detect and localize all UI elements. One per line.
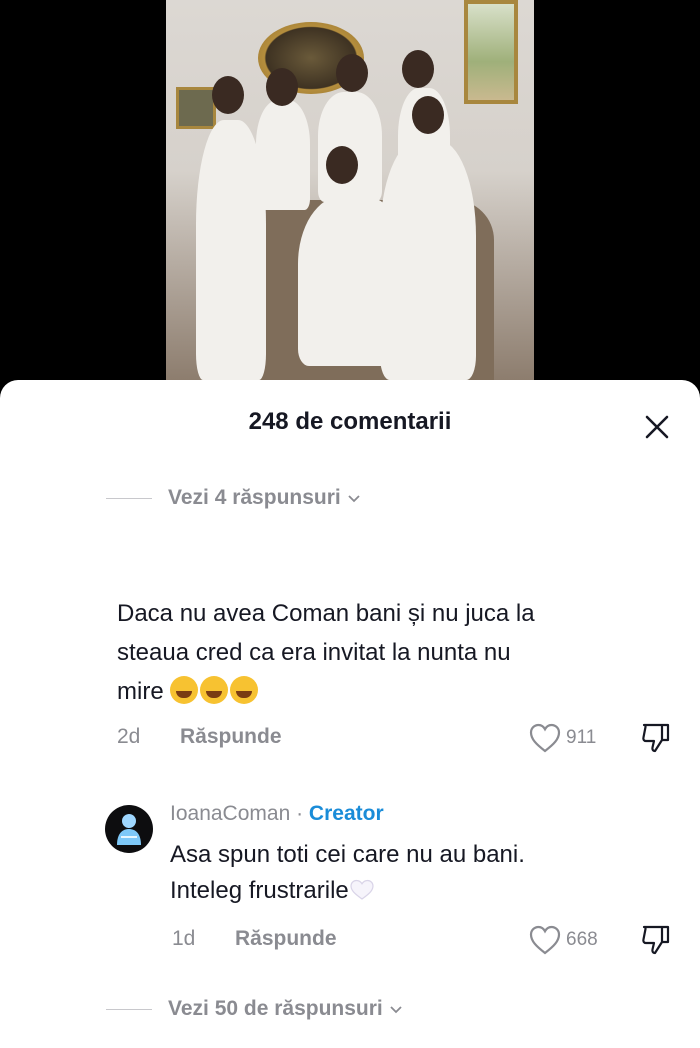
person-head <box>412 96 444 134</box>
person-head <box>402 50 434 88</box>
reply-text: Asa spun toti cei care nu au bani. Intel… <box>170 837 650 909</box>
heart-icon <box>529 925 561 955</box>
close-button[interactable] <box>640 410 674 444</box>
view-replies-bottom[interactable]: Vezi 50 de răspunsuri <box>106 997 403 1021</box>
person-head <box>326 146 358 184</box>
heart-icon <box>529 723 561 753</box>
reply-line: Inteleg frustrarile <box>170 877 349 904</box>
close-icon <box>645 415 669 439</box>
rolling-laughing-emoji <box>230 676 259 704</box>
view-replies-label: Vezi 4 răspunsuri <box>168 486 341 509</box>
like-button[interactable]: 668 <box>528 924 598 956</box>
separator: · <box>290 802 309 825</box>
like-button[interactable]: 911 <box>528 722 596 754</box>
comment-line: Daca nu avea Coman bani și nu juca la <box>117 600 535 627</box>
reply-author-row: IoanaComan · Creator <box>170 802 384 826</box>
wall-painting-left <box>176 87 216 129</box>
dislike-button[interactable] <box>638 922 674 958</box>
divider-line <box>106 1008 152 1010</box>
creator-badge: Creator <box>308 802 384 825</box>
reply-button[interactable]: Răspunde <box>180 725 282 749</box>
like-count: 911 <box>566 727 597 748</box>
comment-line-last: mire <box>117 672 657 711</box>
video-background <box>0 0 700 400</box>
video-thumbnail[interactable] <box>166 0 534 380</box>
view-replies-top[interactable]: Vezi 4 răspunsuri <box>106 486 361 510</box>
person-figure <box>298 196 408 366</box>
thumbs-down-icon <box>642 925 670 955</box>
thumbs-down-icon <box>642 723 670 753</box>
reply-line: Asa spun toti cei care nu au bani. <box>170 841 525 868</box>
comment-text: Daca nu avea Coman bani și nu juca la st… <box>117 594 657 711</box>
divider-line <box>106 497 152 499</box>
person-head <box>336 54 368 92</box>
reply-age: 1d <box>172 927 196 950</box>
comments-title: 248 de comentarii <box>248 408 452 435</box>
reply-button[interactable]: Răspunde <box>235 927 337 951</box>
username[interactable]: IoanaComan <box>170 802 290 825</box>
person-head <box>212 76 244 114</box>
white-heart-icon <box>350 879 374 900</box>
dislike-button[interactable] <box>638 720 674 756</box>
comment-line: mire <box>117 678 164 705</box>
comments-sheet: 248 de comentarii Vezi 4 răspunsuri Daca… <box>0 380 700 1048</box>
person-figure <box>256 100 310 210</box>
person-figure <box>318 92 382 202</box>
chevron-down-icon <box>390 1006 402 1014</box>
rolling-laughing-emoji <box>170 676 199 704</box>
avatar-image <box>117 814 141 845</box>
rolling-laughing-emoji <box>200 676 229 704</box>
comment-line: steaua cred ca era invitat la nunta nu <box>117 639 511 666</box>
reply-line-last: Inteleg frustrarile <box>170 873 650 909</box>
avatar[interactable] <box>105 805 153 853</box>
like-count: 668 <box>566 929 598 950</box>
chevron-down-icon <box>348 495 360 503</box>
wall-painting-right <box>464 0 518 104</box>
comment-age: 2d <box>117 725 141 748</box>
view-replies-label: Vezi 50 de răspunsuri <box>168 997 383 1020</box>
person-head <box>266 68 298 106</box>
